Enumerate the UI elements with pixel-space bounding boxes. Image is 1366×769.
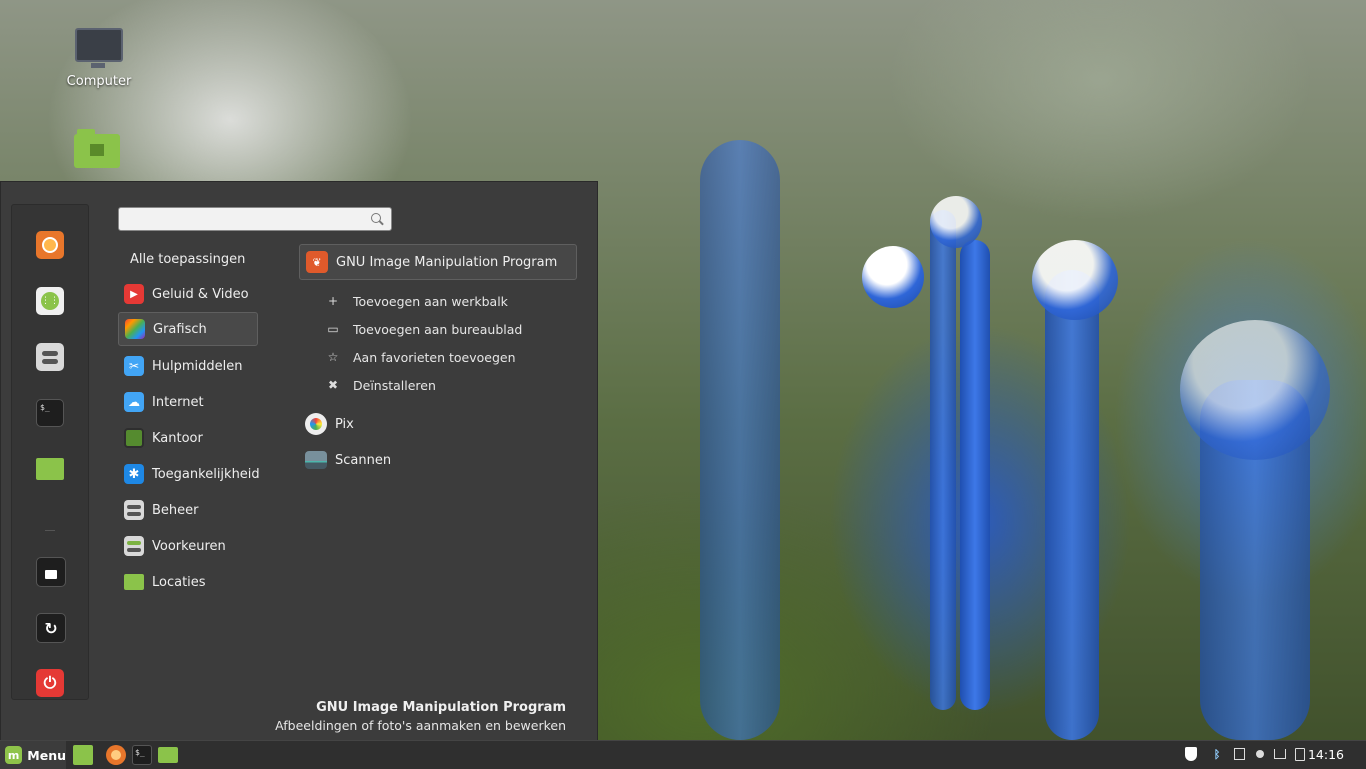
category-accessibility[interactable]: ✱ Toegankelijkheid (118, 457, 260, 491)
terminal-launcher-icon[interactable]: $_ (132, 745, 152, 765)
context-label: Deïnstalleren (353, 377, 436, 393)
user-icon[interactable] (1252, 746, 1268, 762)
home-folder-icon (74, 129, 120, 168)
mint-logo-icon: m (5, 746, 23, 764)
category-internet[interactable]: ☁ Internet (118, 385, 258, 419)
wallpaper-post (960, 240, 990, 710)
category-label: Kantoor (152, 430, 203, 446)
star-icon: ☆ (327, 350, 339, 364)
context-label: Toevoegen aan bureaublad (353, 321, 523, 337)
power-icon[interactable]: ⏻ (36, 669, 64, 697)
firefox-icon[interactable] (36, 231, 64, 259)
wallpaper-knob (1180, 320, 1330, 460)
category-label: Toegankelijkheid (152, 466, 260, 482)
graphics-icon (125, 319, 145, 339)
desktop-icon-label: Computer (66, 74, 132, 89)
app-description-text: Afbeeldingen of foto's aanmaken en bewer… (275, 718, 566, 733)
app-scanner[interactable]: Scannen (299, 443, 577, 477)
app-pix[interactable]: Pix (299, 407, 577, 441)
uninstall-icon: ✖ (327, 378, 339, 392)
category-label: Hulpmiddelen (152, 358, 243, 374)
accessibility-icon: ✱ (124, 464, 144, 484)
context-add-to-panel[interactable]: + Toevoegen aan werkbalk (326, 290, 508, 312)
pix-icon (305, 413, 327, 435)
app-label: Pix (335, 416, 354, 432)
network-icon[interactable] (1272, 746, 1288, 762)
category-graphics[interactable]: Grafisch (118, 312, 258, 346)
wallpaper-knob (930, 196, 982, 248)
category-label: Beheer (152, 502, 199, 518)
wallpaper-post (930, 210, 956, 710)
context-label: Aan favorieten toevoegen (353, 349, 516, 365)
wallpaper-knob (1032, 240, 1118, 320)
files-launcher-icon[interactable] (158, 747, 178, 763)
wallpaper-post (700, 140, 780, 740)
menu-button[interactable]: m Menu (0, 741, 66, 769)
menu-button-label: Menu (27, 747, 66, 763)
category-preferences[interactable]: Voorkeuren (118, 529, 258, 563)
logout-icon[interactable]: ↻ (36, 613, 66, 643)
firefox-launcher-icon[interactable] (106, 745, 126, 765)
category-label: Grafisch (153, 321, 207, 337)
preferences-icon (124, 536, 144, 556)
category-label: Voorkeuren (152, 538, 226, 554)
category-office[interactable]: Kantoor (118, 421, 258, 455)
wallpaper-post (1045, 270, 1099, 740)
category-label: Geluid & Video (152, 286, 249, 302)
category-label: Locaties (152, 574, 206, 590)
monitor-icon: ▭ (327, 322, 339, 336)
category-places[interactable]: Locaties (118, 565, 258, 599)
plus-icon: + (327, 294, 339, 308)
search-icon (371, 213, 381, 223)
software-manager-icon[interactable]: ⋮⋮ (36, 287, 64, 315)
wallpaper-knob (862, 246, 924, 308)
category-accessories[interactable]: ✂ Hulpmiddelen (118, 349, 258, 383)
settings-icon[interactable] (36, 343, 64, 371)
office-icon (124, 428, 144, 448)
scanner-icon (305, 451, 327, 469)
admin-icon (124, 500, 144, 520)
computer-icon (75, 28, 123, 68)
desktop-icon-computer[interactable]: Computer (54, 28, 144, 89)
taskbar: m Menu $_ ᛒ 14:16 (0, 740, 1366, 769)
context-label: Toevoegen aan werkbalk (353, 293, 508, 309)
shield-icon[interactable] (1183, 746, 1199, 762)
context-uninstall[interactable]: ✖ Deïnstalleren (326, 374, 436, 396)
terminal-icon[interactable]: $_ (36, 399, 64, 427)
show-desktop-icon[interactable] (73, 745, 93, 765)
category-all-applications[interactable]: Alle toepassingen (130, 252, 245, 267)
lock-icon[interactable] (36, 557, 66, 587)
context-add-to-desktop[interactable]: ▭ Toevoegen aan bureaublad (326, 318, 522, 340)
app-gimp[interactable]: ❦ GNU Image Manipulation Program (299, 244, 577, 280)
category-sound-video[interactable]: ▶ Geluid & Video (118, 277, 258, 311)
clipboard-icon[interactable] (1292, 746, 1308, 762)
favorites-sidebar: ⋮⋮ $_ ↻ ⏻ (11, 204, 89, 700)
folder-icon (124, 574, 144, 590)
context-add-to-favorites[interactable]: ☆ Aan favorieten toevoegen (326, 346, 516, 368)
app-label: GNU Image Manipulation Program (336, 254, 558, 270)
favorites-separator (45, 530, 55, 531)
bluetooth-icon[interactable]: ᛒ (1209, 746, 1225, 762)
clock[interactable]: 14:16 (1308, 747, 1344, 762)
play-icon: ▶ (124, 284, 144, 304)
keyboard-icon[interactable] (1231, 746, 1247, 762)
search-input[interactable] (125, 209, 359, 231)
scissors-icon: ✂ (124, 356, 144, 376)
cloud-icon: ☁ (124, 392, 144, 412)
desktop-icon-home[interactable] (52, 129, 142, 168)
category-administration[interactable]: Beheer (118, 493, 258, 527)
category-label: Internet (152, 394, 204, 410)
app-label: Scannen (335, 452, 392, 468)
files-folder-icon[interactable] (36, 455, 64, 483)
gimp-icon: ❦ (306, 251, 328, 273)
app-description-title: GNU Image Manipulation Program (316, 700, 566, 715)
application-menu: ⋮⋮ $_ ↻ ⏻ Alle toepassingen ▶ Geluid & V… (0, 181, 598, 740)
search-box (118, 207, 392, 231)
